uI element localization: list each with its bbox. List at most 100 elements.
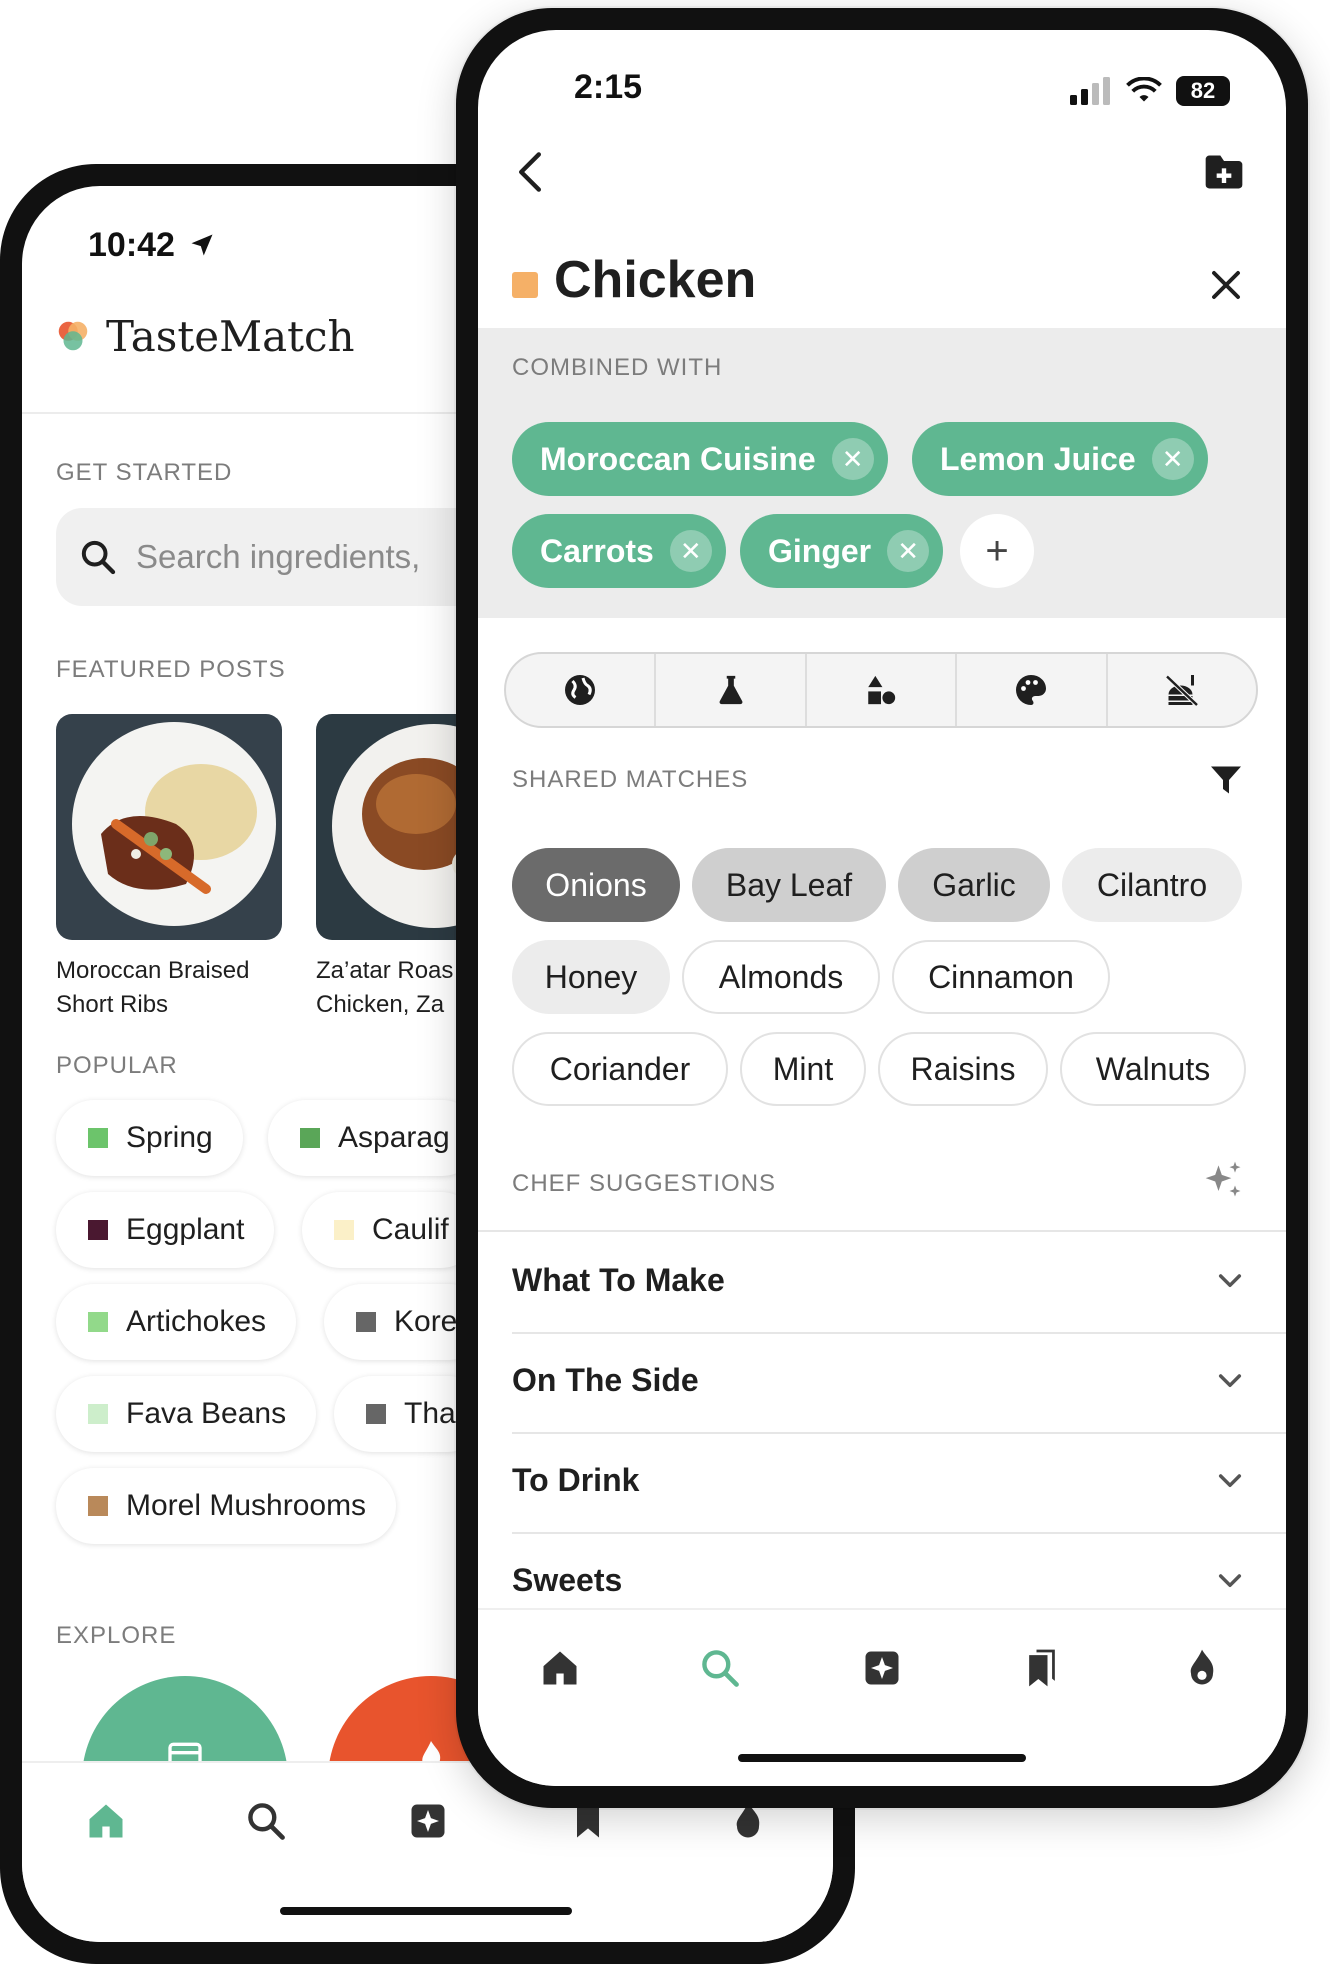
bookmarks-icon[interactable] <box>1020 1646 1064 1690</box>
chip-label: Lemon Juice <box>940 440 1136 477</box>
chip-label: Onions <box>545 866 647 903</box>
popular-chip[interactable]: Caulif <box>302 1192 479 1268</box>
home-indicator <box>280 1907 572 1915</box>
search-icon[interactable] <box>698 1646 742 1690</box>
match-chip[interactable]: Raisins <box>878 1032 1048 1106</box>
sparkle-card-icon[interactable] <box>406 1799 450 1843</box>
color-swatch <box>88 1312 108 1332</box>
match-chip[interactable]: Almonds <box>682 940 880 1014</box>
wifi-icon <box>1126 77 1162 102</box>
match-chip[interactable]: Walnuts <box>1060 1032 1246 1106</box>
add-ingredient-button[interactable]: + <box>960 514 1034 588</box>
accordion-what-to-make[interactable]: What To Make <box>512 1232 1286 1334</box>
add-to-folder-icon[interactable] <box>1202 150 1246 194</box>
segment-color[interactable] <box>957 654 1108 726</box>
accordion-to-drink[interactable]: To Drink <box>512 1432 1286 1534</box>
chip-label: Morel Mushrooms <box>126 1489 367 1522</box>
popular-chip[interactable]: Spring <box>56 1100 243 1176</box>
color-swatch <box>88 1404 108 1424</box>
match-chip[interactable]: Mint <box>740 1032 866 1106</box>
status-time: 2:15 <box>574 68 643 106</box>
color-swatch <box>366 1404 386 1424</box>
shapes-icon <box>868 675 896 705</box>
segment-flavor[interactable] <box>656 654 807 726</box>
signal-icon <box>1070 77 1110 105</box>
battery-level: 82 <box>1190 78 1216 103</box>
fire-icon[interactable] <box>1180 1646 1224 1690</box>
filter-icon[interactable] <box>1208 762 1244 798</box>
chip-label: Coriander <box>549 1050 691 1087</box>
post-title: Moroccan Braised Short Ribs <box>56 957 250 1018</box>
popular-chip[interactable]: Asparag <box>268 1100 480 1176</box>
accordion-on-the-side[interactable]: On The Side <box>512 1332 1286 1434</box>
remove-icon[interactable]: ✕ <box>1151 438 1194 480</box>
remove-icon[interactable]: ✕ <box>887 530 930 572</box>
match-chip[interactable]: Onions <box>512 848 680 922</box>
segment-cuisine[interactable] <box>506 654 657 726</box>
chip-label: Ginger <box>768 532 872 569</box>
chip-label: Caulif <box>372 1213 449 1246</box>
post-image <box>56 714 282 940</box>
chevron-down-icon <box>1218 1474 1242 1488</box>
featured-post-card[interactable]: Moroccan Braised Short Ribs <box>56 714 286 1022</box>
popular-chip[interactable]: Eggplant <box>56 1192 275 1268</box>
status-time: 10:42 <box>88 226 216 265</box>
back-chevron-icon[interactable] <box>512 150 548 194</box>
chip-label: Artichokes <box>126 1305 267 1338</box>
segment-dietary[interactable] <box>1108 654 1256 726</box>
match-chip[interactable]: Bay Leaf <box>692 848 886 922</box>
chip-label: Carrots <box>540 532 654 569</box>
popular-chip[interactable]: Morel Mushrooms <box>56 1468 397 1544</box>
chip-label: Cinnamon <box>928 958 1074 995</box>
chip-label: Honey <box>544 958 638 995</box>
home-indicator <box>738 1754 1026 1762</box>
ingredient-color-swatch <box>512 272 538 298</box>
search-icon[interactable] <box>244 1799 288 1843</box>
chevron-down-icon <box>1218 1374 1242 1388</box>
popular-chip[interactable]: Fava Beans <box>56 1376 317 1452</box>
combined-with-label: COMBINED WITH <box>512 354 723 381</box>
flask-icon <box>719 675 743 705</box>
combined-with-panel: COMBINED WITH Moroccan Cuisine ✕ Lemon J… <box>478 328 1286 618</box>
accordion-title: Sweets <box>512 1562 623 1598</box>
popular-chip[interactable]: Artichokes <box>56 1284 297 1360</box>
chip-label: Almonds <box>718 958 844 995</box>
chip-label: Moroccan Cuisine <box>540 440 816 477</box>
match-chip[interactable]: Cilantro <box>1062 848 1242 922</box>
home-icon[interactable] <box>538 1646 582 1690</box>
chip-label: Fava Beans <box>126 1397 287 1430</box>
chip-label: Garlic <box>932 866 1016 903</box>
color-swatch <box>88 1220 108 1240</box>
battery-indicator: 82 <box>1176 76 1230 106</box>
combined-chip[interactable]: Ginger ✕ <box>740 514 944 588</box>
search-placeholder: Search ingredients, <box>136 538 421 575</box>
tastematch-logo-icon <box>58 321 88 350</box>
explore-label: EXPLORE <box>56 1622 177 1649</box>
sparkle-card-icon[interactable] <box>860 1646 904 1690</box>
shared-matches-label: SHARED MATCHES <box>512 766 749 793</box>
view-segmented-control <box>504 652 1258 728</box>
close-icon[interactable] <box>1208 267 1244 303</box>
add-symbol: + <box>985 528 1009 573</box>
chip-label: Cilantro <box>1096 866 1208 903</box>
color-swatch <box>88 1496 108 1516</box>
remove-icon[interactable]: ✕ <box>669 530 712 572</box>
color-swatch <box>356 1312 376 1332</box>
featured-posts-label: FEATURED POSTS <box>56 656 286 683</box>
combined-chip[interactable]: Lemon Juice ✕ <box>912 422 1208 496</box>
color-swatch <box>334 1220 354 1240</box>
segment-category[interactable] <box>807 654 958 726</box>
color-swatch <box>300 1128 320 1148</box>
home-icon[interactable] <box>84 1799 128 1843</box>
combined-chip[interactable]: Moroccan Cuisine ✕ <box>512 422 888 496</box>
match-chip[interactable]: Coriander <box>512 1032 728 1106</box>
chip-label: Bay Leaf <box>725 866 853 903</box>
tab-bar <box>478 1608 1286 1786</box>
match-chip[interactable]: Honey <box>512 940 670 1014</box>
chip-label: Spring <box>126 1121 213 1154</box>
match-chip[interactable]: Garlic <box>898 848 1050 922</box>
globe-icon <box>565 675 596 705</box>
combined-chip[interactable]: Carrots ✕ <box>512 514 726 588</box>
remove-icon[interactable]: ✕ <box>831 438 874 480</box>
match-chip[interactable]: Cinnamon <box>892 940 1110 1014</box>
